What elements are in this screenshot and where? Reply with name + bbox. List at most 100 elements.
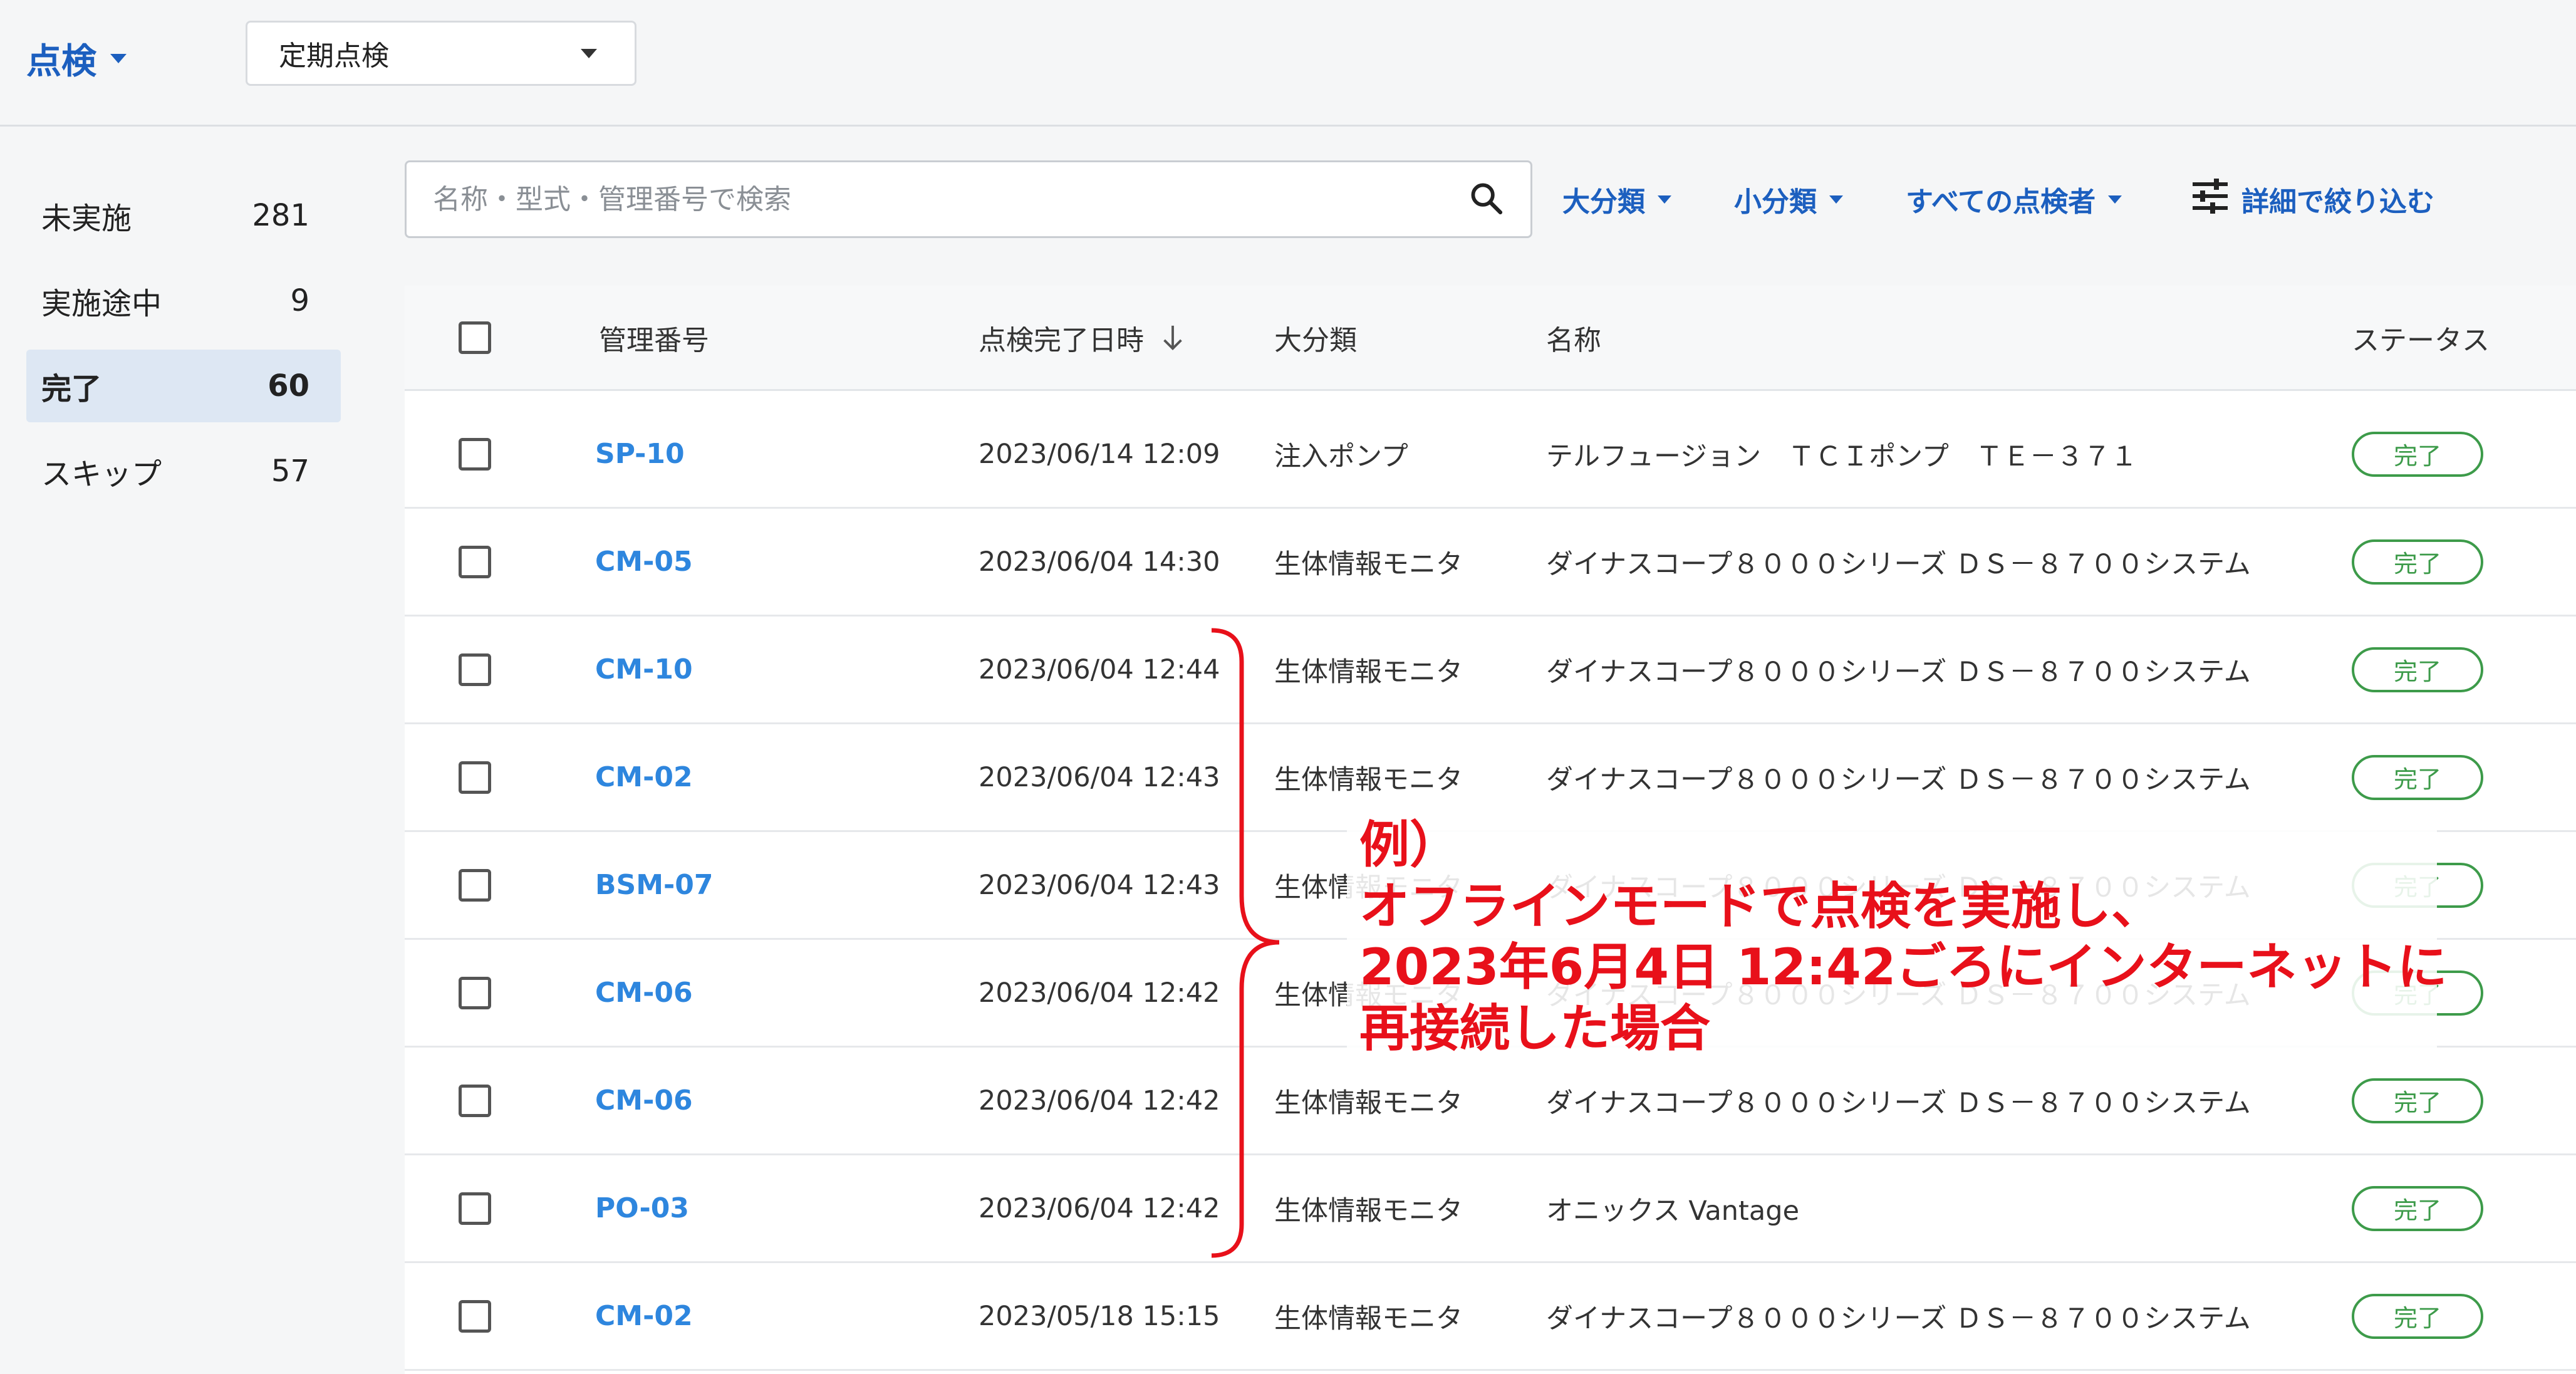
row-checkbox[interactable]	[459, 868, 491, 902]
status-nav: 未実施 281 実施途中 9 完了 60 スキップ 57	[26, 179, 341, 520]
table-row[interactable]: CM-02 2023/05/18 15:15 生体情報モニタ ダイナスコープ８０００シ…	[405, 1263, 2576, 1371]
row-completed-at: 2023/06/04 12:42	[979, 1192, 1220, 1224]
row-checkbox[interactable]	[459, 545, 491, 578]
column-header-completed-at[interactable]: 点検完了日時	[979, 286, 1185, 389]
inspection-type-select[interactable]: 定期点検	[246, 21, 636, 86]
row-checkbox[interactable]	[459, 976, 491, 1009]
row-select-cell	[459, 1155, 491, 1261]
row-completed-at: 2023/06/04 12:43	[979, 869, 1220, 901]
table-row[interactable]: CM-06 2023/06/04 12:42 生体情報モニタ ダイナスコープ８０００シ…	[405, 1048, 2576, 1155]
row-completed-at: 2023/06/04 14:30	[979, 546, 1220, 578]
column-header-category[interactable]: 大分類	[1274, 286, 1357, 389]
row-category: 生体情報モニタ	[1274, 548, 1463, 580]
sidebar-item[interactable]: 実施途中 9	[26, 264, 341, 337]
select-all-checkbox[interactable]	[459, 321, 491, 354]
row-select-cell	[459, 940, 491, 1046]
sidebar-item[interactable]: 未実施 281	[26, 179, 341, 252]
row-id-link[interactable]: SP-10	[595, 401, 685, 507]
row-id-link[interactable]: BSM-07	[595, 832, 714, 938]
row-select-cell	[459, 832, 491, 938]
row-id-link[interactable]: CM-05	[595, 509, 693, 615]
advanced-filter-label: 詳細で絞り込む	[2241, 186, 2434, 218]
major-category-filter[interactable]: 大分類	[1562, 169, 1671, 229]
row-id-link[interactable]: PO-03	[595, 1155, 689, 1261]
row-completed-at: 2023/06/04 12:42	[979, 977, 1220, 1009]
annotation-line: 例）	[1359, 816, 1460, 874]
row-category: 生体情報モニタ	[1274, 1195, 1463, 1227]
row-completed-at: 2023/06/04 12:44	[979, 653, 1220, 685]
row-select-cell	[459, 509, 491, 615]
row-checkbox[interactable]	[459, 761, 491, 794]
search-input[interactable]	[433, 183, 1468, 216]
sidebar-item-count: 57	[271, 454, 309, 489]
major-category-label: 大分類	[1562, 186, 1645, 218]
row-checkbox[interactable]	[459, 1084, 491, 1117]
search-box	[405, 160, 1532, 238]
row-select-cell	[459, 617, 491, 722]
app-title: 点検	[26, 41, 96, 82]
column-header-name[interactable]: 名称	[1546, 286, 1601, 389]
row-name: オニックス Vantage	[1546, 1195, 1800, 1227]
arrow-down-icon	[1160, 323, 1185, 352]
row-id-link[interactable]: CM-10	[595, 617, 693, 722]
row-id-link[interactable]: CM-06	[595, 940, 693, 1046]
minor-category-label: 小分類	[1734, 186, 1817, 218]
search-icon[interactable]	[1468, 180, 1504, 219]
chevron-down-icon	[1829, 195, 1843, 204]
row-status-cell: 完了	[2352, 401, 2483, 507]
select-all-cell	[459, 286, 491, 389]
table-row[interactable]: PO-03 2023/06/04 12:42 生体情報モニタ オニックス Vantag…	[405, 1155, 2576, 1263]
annotation-line: オフラインモードで点検を実施し、	[1359, 877, 2161, 935]
row-select-cell	[459, 401, 491, 507]
row-select-cell	[459, 1048, 491, 1153]
sidebar-item-count: 9	[290, 283, 309, 318]
sidebar-item[interactable]: スキップ 57	[26, 435, 341, 507]
annotation-text: 例） オフラインモードで点検を実施し、 2023年6月4日 12:42ごろにインター…	[1359, 815, 2447, 1059]
sidebar-item[interactable]: 完了 60	[26, 350, 341, 422]
sidebar-item-label: 未実施	[41, 201, 132, 236]
status-badge: 完了	[2352, 1185, 2483, 1231]
inspection-type-value: 定期点検	[279, 40, 389, 72]
row-id-link[interactable]: CM-02	[595, 724, 693, 830]
row-id-link[interactable]: CM-06	[595, 1048, 693, 1153]
row-completed-at: 2023/05/18 15:15	[979, 1300, 1220, 1332]
row-checkbox[interactable]	[459, 1299, 491, 1333]
row-status-cell: 完了	[2352, 509, 2483, 615]
status-badge: 完了	[2352, 647, 2483, 692]
column-header-id[interactable]: 管理番号	[599, 286, 709, 389]
row-checkbox[interactable]	[459, 1192, 491, 1225]
top-bar: 点検 定期点検	[0, 0, 2576, 127]
annotation-line: 2023年6月4日 12:42ごろにインターネットに	[1359, 938, 2448, 997]
inspector-filter[interactable]: すべての点検者	[1906, 169, 2122, 229]
row-name: ダイナスコープ８０００シリーズ ＤＳ－８７００システム	[1546, 1087, 2251, 1119]
row-name: ダイナスコープ８０００シリーズ ＤＳ－８７００システム	[1546, 548, 2251, 580]
row-status-cell: 完了	[2352, 1048, 2483, 1153]
sidebar-item-label: 実施途中	[41, 286, 162, 321]
minor-category-filter[interactable]: 小分類	[1734, 169, 1843, 229]
row-category: 生体情報モニタ	[1274, 656, 1463, 688]
sidebar-item-count: 281	[252, 198, 309, 233]
chevron-down-icon	[1658, 195, 1671, 204]
row-checkbox[interactable]	[459, 437, 491, 471]
app-menu-button[interactable]: 点検	[26, 30, 127, 86]
chevron-down-icon	[2108, 195, 2122, 204]
row-checkbox[interactable]	[459, 653, 491, 686]
status-badge: 完了	[2352, 754, 2483, 800]
chevron-down-icon	[581, 48, 597, 58]
row-select-cell	[459, 1263, 491, 1369]
status-badge: 完了	[2352, 431, 2483, 477]
column-header-status[interactable]: ステータス	[2352, 286, 2490, 389]
row-status-cell: 完了	[2352, 1263, 2483, 1369]
table-row[interactable]: CM-05 2023/06/04 14:30 生体情報モニタ ダイナスコープ８０００シ…	[405, 509, 2576, 617]
row-category: 注入ポンプ	[1274, 440, 1408, 472]
sidebar-item-count: 60	[267, 368, 309, 403]
table-row[interactable]: CM-10 2023/06/04 12:44 生体情報モニタ ダイナスコープ８０００シ…	[405, 617, 2576, 724]
status-badge: 完了	[2352, 539, 2483, 585]
chevron-down-icon	[110, 53, 127, 63]
table-row[interactable]: SP-10 2023/06/14 12:09 注入ポンプ テルフュージョン ＴＣＩポン…	[405, 401, 2576, 509]
row-name: ダイナスコープ８０００シリーズ ＤＳ－８７００システム	[1546, 656, 2251, 688]
row-id-link[interactable]: CM-02	[595, 1263, 693, 1369]
row-name: テルフュージョン ＴＣＩポンプ ＴＥ－３７１	[1546, 440, 2137, 472]
annotation-line: 再接続した場合	[1359, 999, 1710, 1058]
advanced-filter-button[interactable]: 詳細で絞り込む	[2191, 169, 2434, 229]
